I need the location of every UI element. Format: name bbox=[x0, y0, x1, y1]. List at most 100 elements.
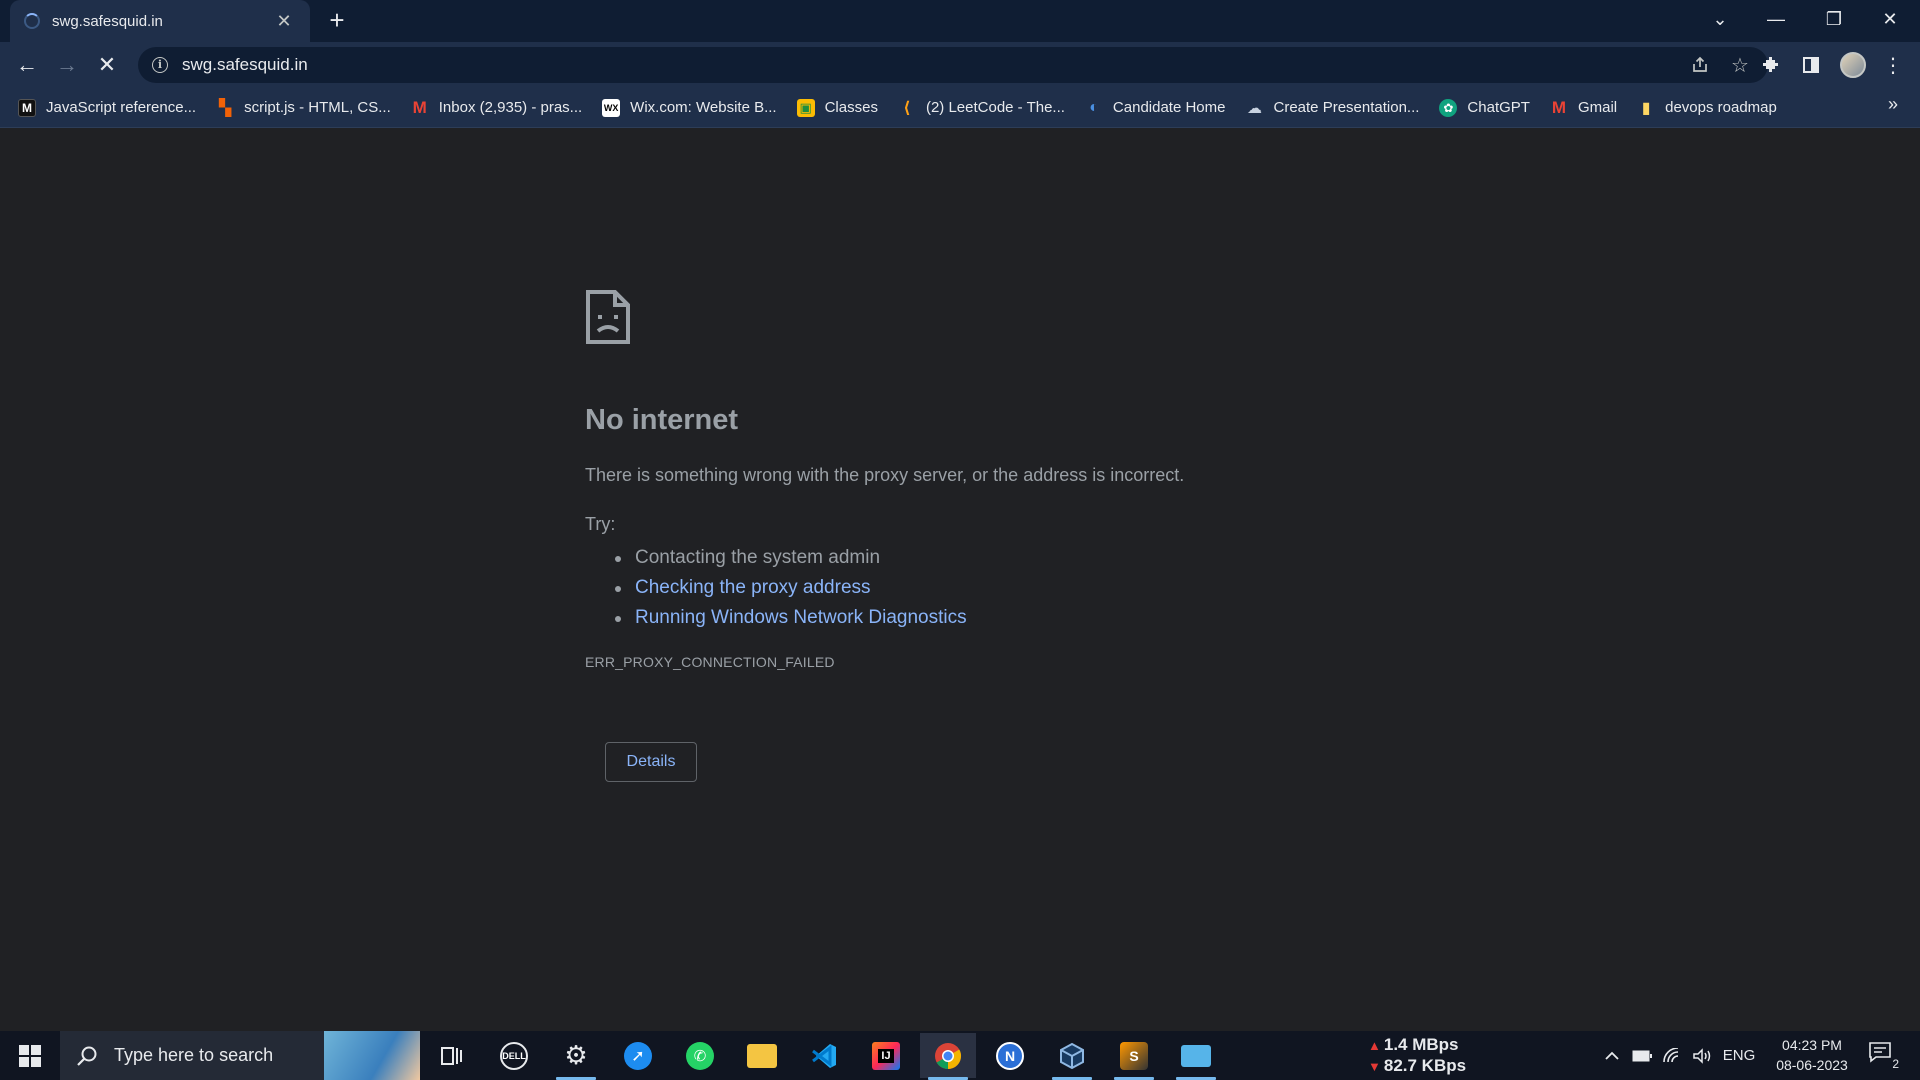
bookmark-item[interactable]: ⟨ (2) LeetCode - The... bbox=[898, 93, 1065, 123]
bookmark-label: devops roadmap bbox=[1665, 99, 1777, 116]
close-window-button[interactable]: ✕ bbox=[1862, 0, 1918, 38]
windows-logo-icon bbox=[19, 1044, 41, 1067]
error-page: No internet There is something wrong wit… bbox=[0, 129, 1920, 1031]
candidate-home-icon: ◐ bbox=[1089, 98, 1099, 116]
bookmark-item[interactable]: ☁ Create Presentation... bbox=[1246, 93, 1419, 123]
upload-arrow-icon: ▲ bbox=[1368, 1038, 1381, 1053]
folder-icon bbox=[747, 1043, 777, 1068]
share-icon[interactable] bbox=[1686, 51, 1714, 79]
error-code: ERR_PROXY_CONNECTION_FAILED bbox=[585, 654, 835, 670]
browser-tab[interactable]: swg.safesquid.in ✕ bbox=[10, 0, 310, 42]
back-button[interactable]: ← bbox=[12, 50, 42, 80]
taskbar-intellij-app[interactable]: IJ bbox=[858, 1033, 914, 1078]
search-highlight-image bbox=[324, 1031, 420, 1080]
taskbar-app-n[interactable]: N bbox=[982, 1033, 1038, 1078]
gmail-icon: M bbox=[1551, 97, 1567, 117]
language-indicator[interactable]: ENG bbox=[1718, 1031, 1760, 1080]
taskbar-vscode-app[interactable] bbox=[796, 1033, 852, 1078]
start-button[interactable] bbox=[0, 1031, 60, 1080]
battery-icon bbox=[1632, 1050, 1652, 1061]
bookmark-item[interactable]: M JavaScript reference... bbox=[18, 93, 196, 123]
app-n-icon: N bbox=[996, 1041, 1024, 1070]
bookmark-label: JavaScript reference... bbox=[46, 99, 197, 116]
bookmark-label: Wix.com: Website B... bbox=[630, 99, 777, 116]
bookmark-item[interactable]: M Gmail bbox=[1550, 93, 1617, 123]
tab-title: swg.safesquid.in bbox=[52, 12, 163, 30]
compass-icon: ➚ bbox=[624, 1041, 652, 1070]
bookmark-item[interactable]: WX Wix.com: Website B... bbox=[602, 93, 777, 123]
clock-time: 04:23 PM bbox=[1782, 1037, 1842, 1053]
taskbar-control-panel-app[interactable] bbox=[1168, 1033, 1224, 1080]
wifi-tray[interactable] bbox=[1658, 1031, 1686, 1080]
suggestion-network-diagnostics-link[interactable]: Running Windows Network Diagnostics bbox=[615, 603, 967, 633]
more-menu-icon[interactable]: ⋮ bbox=[1878, 50, 1908, 80]
bookmark-item[interactable]: ▚ script.js - HTML, CS... bbox=[216, 93, 391, 123]
title-bar: swg.safesquid.in ✕ + ⌄ — ❐ ✕ bbox=[0, 0, 1920, 42]
wifi-icon bbox=[1663, 1047, 1679, 1062]
side-panel-icon[interactable] bbox=[1796, 50, 1826, 80]
bookmark-label: Inbox (2,935) - pras... bbox=[438, 99, 583, 116]
taskbar-chrome-app[interactable] bbox=[920, 1033, 976, 1080]
suggestion-check-proxy-link[interactable]: Checking the proxy address bbox=[615, 573, 967, 603]
task-view-button[interactable] bbox=[423, 1033, 479, 1078]
taskbar-search-box[interactable]: Type here to search bbox=[60, 1031, 420, 1080]
taskbar-whatsapp-app[interactable]: ✆ bbox=[672, 1033, 728, 1078]
address-bar[interactable]: i swg.safesquid.in ☆ bbox=[138, 47, 1768, 83]
suggestion-list: Contacting the system admin Checking the… bbox=[615, 543, 967, 633]
bookmark-item[interactable]: M Inbox (2,935) - pras... bbox=[411, 93, 583, 123]
sad-document-icon bbox=[586, 290, 630, 344]
network-speed-meter: ▲ 1.4 MBps ▼ 82.7 KBps bbox=[1368, 1035, 1466, 1077]
minimize-button[interactable]: — bbox=[1748, 0, 1804, 38]
search-placeholder: Type here to search bbox=[114, 1045, 274, 1065]
bookmark-star-icon[interactable]: ☆ bbox=[1726, 51, 1754, 79]
show-hidden-icons-button[interactable] bbox=[1598, 1031, 1626, 1080]
browser-toolbar: ← → ✕ i swg.safesquid.in ☆ ⋮ bbox=[0, 42, 1920, 88]
folder-icon: ▮ bbox=[1641, 99, 1651, 117]
restore-button[interactable]: ❐ bbox=[1806, 0, 1862, 38]
upload-speed: 1.4 MBps bbox=[1383, 1035, 1459, 1054]
mdn-icon: M bbox=[18, 98, 36, 117]
bookmark-item[interactable]: ◐ Candidate Home bbox=[1085, 93, 1226, 123]
bookmarks-overflow-button[interactable]: » bbox=[1888, 94, 1898, 115]
taskbar-sublime-app[interactable]: S bbox=[1106, 1033, 1162, 1080]
chrome-icon bbox=[935, 1042, 962, 1069]
bookmark-item[interactable]: ▮ devops roadmap bbox=[1637, 93, 1777, 123]
taskbar-dell-app[interactable]: DELL bbox=[486, 1033, 542, 1078]
taskbar-virtualbox-app[interactable] bbox=[1044, 1033, 1100, 1080]
system-clock[interactable]: 04:23 PM 08-06-2023 bbox=[1762, 1035, 1862, 1075]
bookmark-item[interactable]: ▣ Classes bbox=[796, 93, 878, 123]
stop-loading-button[interactable]: ✕ bbox=[92, 50, 122, 80]
sublime-icon: S bbox=[1120, 1041, 1148, 1070]
intellij-icon: IJ bbox=[872, 1041, 900, 1070]
taskbar-browser-app[interactable]: ➚ bbox=[610, 1033, 666, 1078]
extensions-icon[interactable] bbox=[1756, 50, 1786, 80]
bookmark-label: Candidate Home bbox=[1112, 99, 1226, 116]
url-text[interactable]: swg.safesquid.in bbox=[182, 55, 1674, 75]
tab-search-button[interactable]: ⌄ bbox=[1692, 0, 1748, 38]
leetcode-icon: ⟨ bbox=[903, 99, 911, 117]
taskbar-file-explorer-app[interactable] bbox=[734, 1033, 790, 1078]
download-speed: 82.7 KBps bbox=[1383, 1056, 1467, 1075]
volume-tray[interactable] bbox=[1688, 1031, 1716, 1080]
presentation-icon: ☁ bbox=[1247, 99, 1262, 117]
notification-icon bbox=[1869, 1042, 1891, 1063]
bookmark-label: Classes bbox=[824, 99, 878, 116]
details-button[interactable]: Details bbox=[605, 742, 697, 782]
forward-button[interactable]: → bbox=[52, 50, 82, 80]
virtualbox-icon bbox=[1060, 1042, 1084, 1069]
bookmark-label: ChatGPT bbox=[1467, 99, 1530, 116]
whatsapp-icon: ✆ bbox=[686, 1041, 714, 1070]
bookmark-item[interactable]: ✿ ChatGPT bbox=[1439, 93, 1530, 123]
new-tab-button[interactable]: + bbox=[322, 6, 352, 36]
clock-date: 08-06-2023 bbox=[1776, 1057, 1848, 1073]
site-info-icon[interactable]: i bbox=[152, 57, 168, 73]
windows-taskbar: Type here to search DELL ⚙ ➚ ✆ IJ N S ▲ … bbox=[0, 1031, 1920, 1080]
taskbar-settings-app[interactable]: ⚙ bbox=[548, 1033, 604, 1080]
bookmark-label: Gmail bbox=[1577, 99, 1618, 116]
bookmarks-bar: M JavaScript reference... ▚ script.js - … bbox=[0, 88, 1920, 128]
profile-avatar[interactable] bbox=[1840, 52, 1866, 78]
try-label: Try: bbox=[585, 514, 616, 534]
action-center-button[interactable]: 2 bbox=[1868, 1041, 1900, 1071]
tab-close-icon[interactable]: ✕ bbox=[272, 11, 296, 32]
battery-tray[interactable] bbox=[1628, 1031, 1656, 1080]
